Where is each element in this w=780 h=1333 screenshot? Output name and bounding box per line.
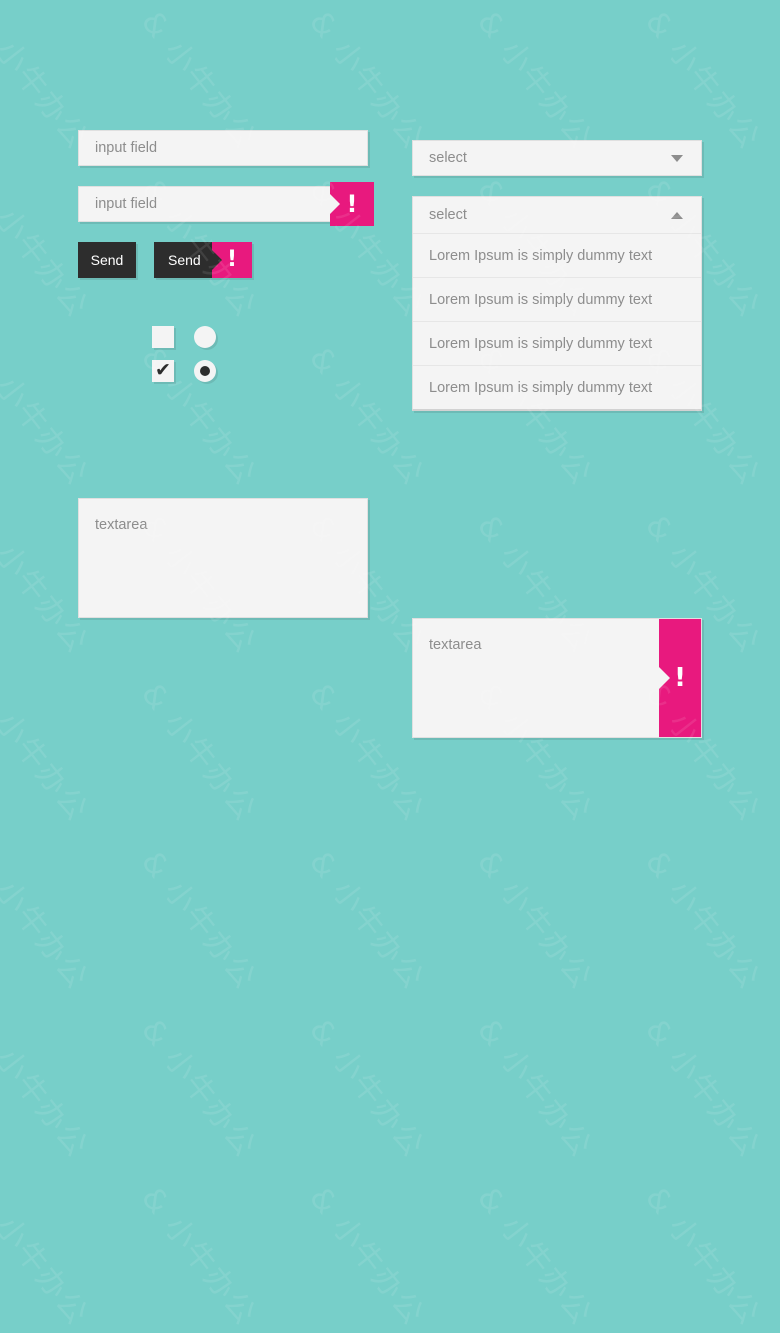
send-button-normal[interactable]: Send — [78, 242, 136, 278]
radio-dot-icon — [200, 366, 210, 376]
ui-kit-canvas: input field input field ! Send Send ! ✔ — [0, 0, 780, 780]
select-open-value: select — [429, 207, 467, 223]
watermark-text: & 小牛办公 — [470, 1012, 600, 1165]
send-button-error-group: Send ! — [154, 242, 252, 278]
input-field-normal-placeholder: input field — [95, 140, 158, 156]
watermark-text: & 小牛办公 — [134, 1180, 264, 1333]
send-error-glyph: ! — [226, 247, 238, 272]
watermark-text: & 小牛办公 — [0, 1012, 96, 1165]
select-option-label: Lorem Ipsum is simply dummy text — [429, 379, 653, 396]
watermark-text: & 小牛办公 — [134, 844, 264, 997]
send-button-error-label: Send — [168, 252, 201, 268]
textarea-error[interactable]: textarea ! — [412, 618, 702, 738]
watermark-text: & 小牛办公 — [302, 1180, 432, 1333]
select-closed-value: select — [429, 150, 467, 166]
select-option[interactable]: Lorem Ipsum is simply dummy text — [413, 365, 701, 409]
radio-unselected[interactable] — [194, 326, 216, 348]
watermark-text: & 小牛办公 — [638, 844, 768, 997]
chevron-up-icon — [671, 211, 683, 219]
select-option[interactable]: Lorem Ipsum is simply dummy text — [413, 277, 701, 321]
watermark-text: & 小牛办公 — [0, 844, 96, 997]
select-open: select Lorem Ipsum is simply dummy text … — [412, 196, 702, 411]
input-field-error-group: input field ! — [78, 182, 374, 226]
input-field-error[interactable]: input field — [78, 186, 368, 222]
watermark-text: & 小牛办公 — [638, 1180, 768, 1333]
select-option[interactable]: Lorem Ipsum is simply dummy text — [413, 321, 701, 365]
input-field-normal[interactable]: input field — [78, 130, 368, 166]
select-option-label: Lorem Ipsum is simply dummy text — [429, 291, 653, 308]
watermark-text: & 小牛办公 — [302, 844, 432, 997]
error-notch-icon — [659, 667, 670, 689]
watermark-text: & 小牛办公 — [302, 1012, 432, 1165]
radio-selected[interactable] — [194, 360, 216, 382]
select-option-label: Lorem Ipsum is simply dummy text — [429, 335, 653, 352]
watermark-text: & 小牛办公 — [638, 1012, 768, 1165]
textarea-normal-placeholder: textarea — [95, 517, 148, 533]
watermark-text: & 小牛办公 — [134, 1012, 264, 1165]
select-open-header[interactable]: select — [413, 197, 701, 233]
error-notch-icon — [329, 193, 340, 215]
select-option-label: Lorem Ipsum is simply dummy text — [429, 247, 653, 264]
watermark-text: & 小牛办公 — [470, 1180, 600, 1333]
send-error-badge[interactable]: ! — [211, 242, 252, 278]
textarea-error-glyph: ! — [674, 663, 686, 693]
watermark-text: & 小牛办公 — [470, 844, 600, 997]
error-notch-icon — [211, 249, 222, 271]
textarea-error-badge[interactable]: ! — [659, 619, 701, 737]
input-field-error-placeholder: input field — [95, 196, 158, 212]
input-error-badge[interactable]: ! — [329, 182, 374, 226]
checkbox-checked[interactable]: ✔ — [152, 360, 174, 382]
checkbox-tick-icon: ✔ — [155, 358, 171, 381]
textarea-error-placeholder: textarea — [429, 637, 482, 653]
watermark-text: & 小牛办公 — [0, 1180, 96, 1333]
select-option[interactable]: Lorem Ipsum is simply dummy text — [413, 233, 701, 277]
checkbox-unchecked[interactable] — [152, 326, 174, 348]
textarea-normal[interactable]: textarea — [78, 498, 368, 618]
send-button-normal-label: Send — [90, 252, 124, 268]
input-error-glyph: ! — [346, 190, 358, 218]
select-closed[interactable]: select — [412, 140, 702, 176]
chevron-down-icon — [671, 154, 683, 162]
